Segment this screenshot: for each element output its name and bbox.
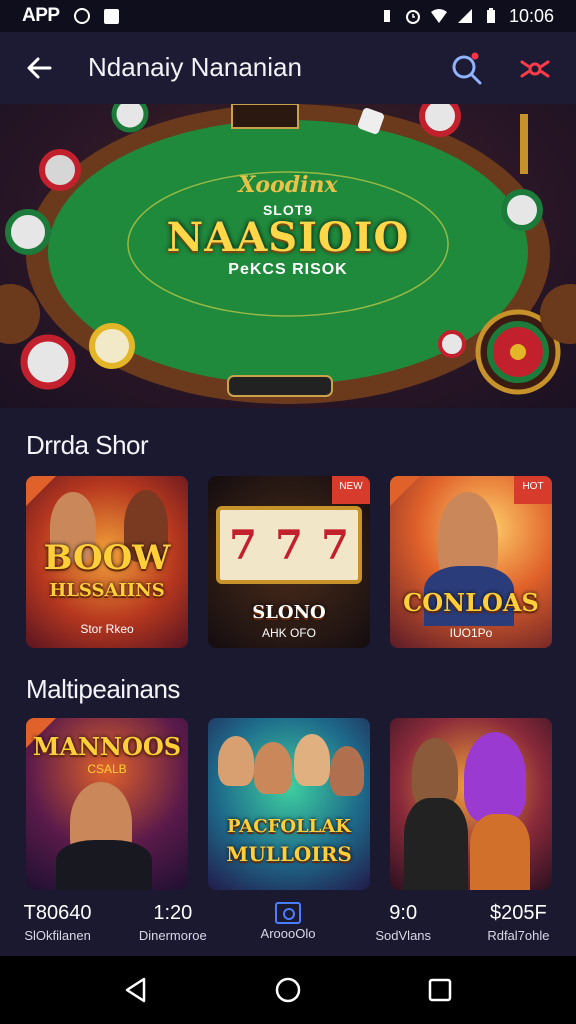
tab-item-active[interactable]: AroooOlo: [230, 890, 345, 954]
status-circle-icon: [73, 8, 90, 24]
section-title-multiplayer: Maltipeainans: [26, 674, 180, 704]
battery-icon: [486, 8, 495, 23]
tab-label: AroooOlo: [260, 926, 316, 941]
camera-icon: [275, 902, 301, 924]
page-title: Ndanaiy Nananian: [88, 52, 302, 82]
bottom-tab-bar: T80640 SlOkfilanen 1:20 Dinermoroe Arooo…: [0, 890, 576, 954]
hero-tagline: PeKCS RISOK: [228, 261, 348, 278]
hero-kicker: Xoodinx: [238, 172, 338, 198]
tab-value: 9:0: [389, 902, 418, 924]
section-title-featured: Drrda Shor: [26, 430, 149, 460]
status-time: 10:06: [508, 5, 554, 26]
character-outfit: [470, 814, 530, 890]
signal-icon: [457, 9, 472, 23]
hero-banner[interactable]: Xoodinx SLOT9 NAASIOIO PeKCS RISOK: [0, 104, 576, 408]
nav-home-icon[interactable]: [274, 976, 302, 1004]
tab-value: T80640: [23, 902, 92, 924]
slot-reels: 777: [216, 506, 362, 584]
card-subtitle: Stor Rkeo: [80, 622, 134, 636]
card-subtitle: IUO1Po: [449, 626, 493, 640]
app-bar: Ndanaiy Nananian: [0, 32, 576, 104]
card-title: BOOW: [43, 538, 171, 578]
card-title: SLONO: [252, 602, 326, 623]
search-icon[interactable]: [450, 52, 484, 86]
vibrate-icon: [383, 10, 390, 22]
wifi-icon: [430, 9, 447, 23]
character-image: [464, 732, 526, 822]
card-ribbon: [390, 476, 420, 506]
card-subtitle: CSALB: [87, 762, 127, 776]
card-title-secondary: HLSSAIINS: [49, 580, 165, 601]
status-notification-icon: [103, 8, 119, 24]
game-card[interactable]: MANNOOS CSALB: [26, 718, 188, 890]
card-badge: NEW: [332, 476, 370, 504]
card-title: CONLOAS: [403, 588, 539, 617]
tab-item[interactable]: $205F Rdfal7ohle: [461, 890, 576, 954]
tab-value: 1:20: [153, 902, 193, 924]
tab-label: Rdfal7ohle: [487, 928, 550, 943]
game-card[interactable]: PACFOLLAK MULLOIRS: [208, 718, 370, 890]
tab-label: SodVlans: [375, 928, 432, 943]
nav-back-icon[interactable]: [122, 976, 150, 1004]
tab-item[interactable]: 9:0 SodVlans: [346, 890, 461, 954]
character-image: [294, 734, 330, 786]
card-ribbon: [26, 476, 56, 506]
game-card[interactable]: [390, 718, 552, 890]
filter-icon[interactable]: [518, 52, 552, 86]
system-nav-bar: [0, 956, 576, 1024]
tab-item[interactable]: 1:20 Dinermoroe: [115, 890, 230, 954]
status-app-label: APP: [22, 5, 60, 26]
character-image: [254, 742, 292, 794]
card-subtitle: AHK OFO: [261, 626, 316, 640]
character-outfit: [56, 840, 152, 890]
card-badge: HOT: [514, 476, 552, 504]
tab-label: Dinermoroe: [138, 928, 207, 943]
hero-title: NAASIOIO: [166, 214, 410, 261]
alarm-icon: [405, 10, 420, 24]
tab-label: SlOkfilanen: [24, 928, 91, 943]
character-outfit: [404, 798, 468, 890]
status-bar: APP 10:06: [0, 0, 576, 32]
card-title: MANNOOS: [32, 732, 182, 761]
nav-recents-icon[interactable]: [426, 976, 454, 1004]
tab-item[interactable]: T80640 SlOkfilanen: [0, 890, 115, 954]
card-title: PACFOLLAK: [227, 816, 351, 837]
back-arrow-icon[interactable]: [22, 52, 56, 84]
tab-value: $205F: [490, 902, 547, 924]
card-title-secondary: MULLOIRS: [226, 842, 352, 866]
game-card[interactable]: NEW 777 SLONO AHK OFO: [208, 476, 370, 648]
character-image: [218, 736, 254, 786]
game-card[interactable]: BOOW HLSSAIINS Stor Rkeo: [26, 476, 188, 648]
game-card[interactable]: HOT CONLOAS IUO1Po: [390, 476, 552, 648]
character-image: [330, 746, 364, 796]
